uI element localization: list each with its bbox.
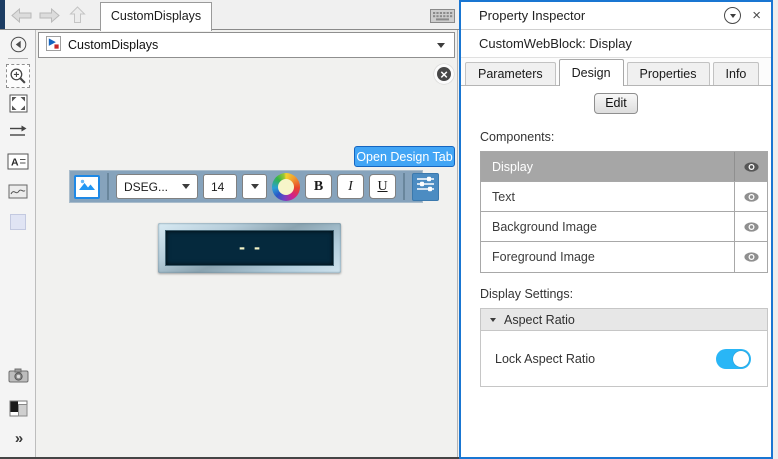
landscape-image-icon	[78, 177, 96, 196]
inspector-tab-bar: Parameters Design Properties Info	[461, 58, 771, 86]
eye-icon	[743, 221, 759, 232]
palette-divider	[8, 58, 28, 59]
component-row-foreground-image[interactable]: Foreground Image	[481, 242, 767, 272]
app-window: CustomDisplays A » CustomDisplays × Open…	[0, 0, 778, 459]
model-icon	[46, 36, 61, 54]
block-identity-label: CustomWebBlock: Display	[461, 30, 771, 58]
aspect-ratio-section: Aspect Ratio Lock Aspect Ratio	[480, 308, 768, 387]
document-tab[interactable]: CustomDisplays	[100, 2, 212, 31]
panel-title: Property Inspector	[479, 8, 586, 23]
insert-image-button[interactable]	[74, 174, 100, 199]
font-size-dropdown-button[interactable]	[242, 174, 267, 199]
viewmarks-icon[interactable]	[0, 400, 36, 417]
eye-icon	[743, 161, 759, 172]
annotation-icon[interactable]: A	[0, 153, 36, 170]
signal-routing-icon[interactable]	[0, 124, 36, 139]
camera-icon[interactable]	[0, 368, 36, 383]
component-row-background-image[interactable]: Background Image	[481, 212, 767, 242]
component-name: Display	[492, 159, 533, 174]
panel-close-icon[interactable]: ×	[752, 8, 761, 23]
editor-topbar: CustomDisplays	[0, 0, 459, 31]
component-row-display[interactable]: Display	[481, 152, 767, 182]
fit-to-view-icon[interactable]	[0, 94, 36, 113]
forward-arrow-icon[interactable]	[39, 7, 60, 28]
component-row-text[interactable]: Text	[481, 182, 767, 212]
hide-browser-icon[interactable]	[0, 36, 36, 53]
expand-palette-chevrons[interactable]: »	[0, 430, 36, 447]
visibility-toggle[interactable]	[734, 152, 767, 181]
aspect-ratio-section-header[interactable]: Aspect Ratio	[480, 308, 768, 331]
format-toolbar: DSEG... 14 B I U	[69, 170, 439, 203]
eye-icon	[743, 191, 759, 202]
visibility-toggle[interactable]	[734, 212, 767, 241]
model-canvas[interactable]: CustomDisplays × Open Design Tab DSEG...…	[36, 30, 458, 457]
font-family-dropdown[interactable]: DSEG...	[116, 174, 198, 199]
back-arrow-icon[interactable]	[11, 7, 32, 28]
image-annotation-icon[interactable]	[0, 184, 36, 199]
visibility-toggle[interactable]	[734, 182, 767, 211]
tool-palette: A »	[0, 30, 36, 457]
components-label: Components:	[480, 130, 555, 144]
breadcrumb[interactable]: CustomDisplays	[38, 32, 455, 58]
svg-text:A: A	[11, 157, 19, 169]
editor-region: CustomDisplays A » CustomDisplays × Open…	[0, 0, 459, 459]
italic-button[interactable]: I	[337, 174, 364, 199]
area-tool-icon[interactable]	[10, 214, 26, 230]
up-arrow-icon[interactable]	[69, 6, 86, 29]
font-size-input[interactable]: 14	[203, 174, 237, 199]
close-overlay-button[interactable]: ×	[434, 64, 454, 84]
bold-button[interactable]: B	[305, 174, 332, 199]
property-inspector-header: Property Inspector ×	[461, 2, 771, 30]
window-edge	[0, 0, 5, 29]
property-inspector-panel: Property Inspector × CustomWebBlock: Dis…	[459, 0, 773, 459]
edit-button[interactable]: Edit	[594, 93, 638, 114]
aspect-ratio-section-body: Lock Aspect Ratio	[480, 331, 768, 387]
tab-properties[interactable]: Properties	[626, 62, 710, 85]
tab-info[interactable]: Info	[712, 62, 760, 85]
display-settings-button[interactable]	[412, 172, 439, 201]
chevron-down-icon	[250, 184, 259, 189]
tab-parameters[interactable]: Parameters	[465, 62, 556, 85]
keyboard-icon[interactable]	[430, 9, 455, 28]
chevron-down-icon	[182, 184, 190, 189]
breadcrumb-dropdown-icon[interactable]	[437, 42, 445, 48]
sliders-icon	[416, 175, 435, 198]
panel-menu-icon[interactable]	[724, 7, 742, 24]
lock-aspect-ratio-toggle[interactable]	[716, 348, 751, 369]
toggle-knob	[733, 350, 749, 367]
font-family-value: DSEG...	[124, 179, 169, 194]
display-screen-value: --	[165, 230, 334, 266]
section-title: Aspect Ratio	[504, 312, 575, 327]
collapse-triangle-icon	[490, 317, 496, 322]
zoom-tool-icon[interactable]	[6, 64, 30, 88]
underline-button[interactable]: U	[369, 174, 396, 199]
eye-icon	[743, 252, 759, 262]
visibility-toggle[interactable]	[734, 242, 767, 272]
toolbar-separator	[107, 173, 109, 200]
open-design-tab-button[interactable]: Open Design Tab	[354, 146, 455, 167]
component-name: Foreground Image	[492, 250, 595, 264]
toolbar-separator	[403, 173, 405, 200]
color-wheel-icon[interactable]	[272, 172, 300, 201]
lock-aspect-ratio-label: Lock Aspect Ratio	[495, 351, 596, 366]
display-settings-label: Display Settings:	[480, 287, 574, 301]
component-name: Text	[492, 189, 515, 204]
components-list: Display Text Background Image Foreground…	[480, 151, 768, 273]
display-block[interactable]: --	[158, 223, 341, 273]
tab-design[interactable]: Design	[558, 59, 624, 86]
breadcrumb-model-name: CustomDisplays	[68, 38, 159, 52]
edit-button-row: Edit	[461, 86, 771, 121]
chevron-down-icon	[729, 13, 736, 18]
component-name: Background Image	[492, 219, 597, 234]
